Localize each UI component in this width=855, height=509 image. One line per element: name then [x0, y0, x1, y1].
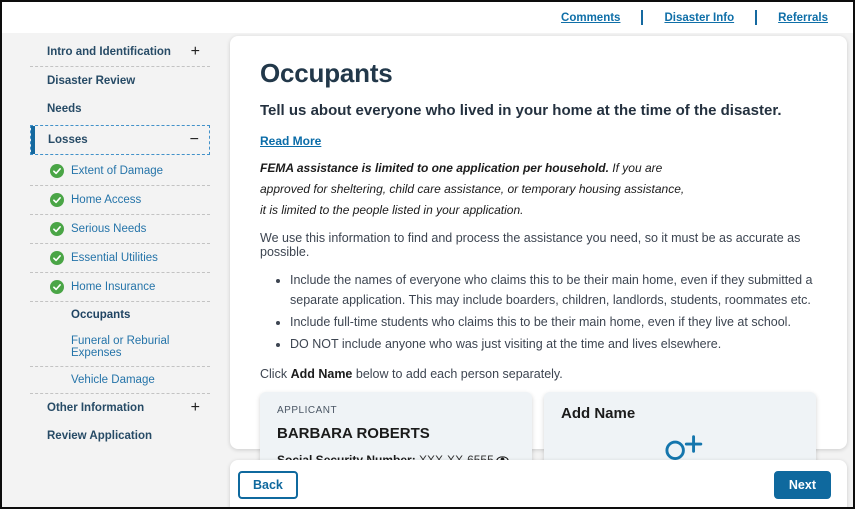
instruction-list: Include the names of everyone who claims…: [260, 270, 817, 354]
sidebar-item-label: Disaster Review: [47, 75, 136, 87]
sidebar-item-needs[interactable]: Needs: [30, 95, 210, 123]
list-item: DO NOT include anyone who was just visit…: [290, 334, 817, 354]
referrals-link[interactable]: Referrals: [778, 12, 828, 24]
list-item: Include full-time students who claims th…: [290, 312, 817, 332]
expand-icon[interactable]: +: [191, 400, 200, 416]
sidebar-item-label: Serious Needs: [71, 223, 147, 235]
sidebar-item-label: Home Access: [71, 194, 142, 206]
notice-text: If you are: [608, 161, 663, 175]
sidebar-item-other-information[interactable]: Other Information +: [30, 394, 210, 422]
fema-notice-text: FEMA assistance is limited to one applic…: [260, 158, 817, 221]
sidebar-item-home-insurance[interactable]: Home Insurance: [30, 273, 210, 301]
notice-text: it is limited to the people listed in yo…: [260, 203, 524, 217]
sidebar-item-vehicle-damage[interactable]: Vehicle Damage: [30, 367, 210, 393]
application-page: Comments Disaster Info Referrals Intro a…: [0, 0, 855, 509]
applicant-name: BARBARA ROBERTS: [277, 425, 430, 442]
sidebar-item-label: Essential Utilities: [71, 252, 158, 264]
sidebar-item-essential-utilities[interactable]: Essential Utilities: [30, 244, 210, 272]
sidebar-item-home-access[interactable]: Home Access: [30, 186, 210, 214]
check-icon: [50, 280, 64, 294]
sidebar-item-label: Losses: [48, 134, 88, 146]
sidebar-item-label: Vehicle Damage: [71, 374, 155, 386]
read-more-link[interactable]: Read More: [260, 134, 321, 148]
sidebar-item-label: Funeral or Reburial Expenses: [71, 335, 170, 359]
intro-text: We use this information to find and proc…: [260, 231, 801, 259]
sidebar-item-label: Extent of Damage: [71, 165, 164, 177]
sidebar-item-label: Needs: [47, 103, 82, 115]
sidebar-item-serious-needs[interactable]: Serious Needs: [30, 215, 210, 243]
instruction-text: below to add each person separately.: [352, 367, 563, 381]
add-name-instruction: Click Add Name below to add each person …: [260, 367, 817, 381]
main-content-panel: Occupants Tell us about everyone who liv…: [230, 36, 847, 507]
check-icon: [50, 164, 64, 178]
check-icon: [50, 222, 64, 236]
back-button[interactable]: Back: [238, 471, 298, 499]
next-button[interactable]: Next: [773, 471, 831, 499]
sidebar-item-label: Occupants: [71, 309, 131, 321]
page-title: Occupants: [260, 58, 393, 88]
add-name-title: Add Name: [561, 405, 636, 422]
sidebar-item-review-application[interactable]: Review Application: [30, 422, 210, 450]
sidebar-item-extent-of-damage[interactable]: Extent of Damage: [30, 157, 210, 185]
page-subtitle: Tell us about everyone who lived in your…: [260, 102, 782, 119]
sidebar-item-funeral-or-reburial-expenses[interactable]: Funeral or Reburial Expenses: [30, 328, 210, 366]
sidebar-item-losses[interactable]: Losses −: [31, 126, 209, 154]
link-divider: [641, 10, 644, 25]
instruction-bold-text: Add Name: [290, 367, 353, 381]
sidebar-item-occupants[interactable]: Occupants: [30, 302, 210, 328]
sidebar-item-intro-and-identification[interactable]: Intro and Identification +: [30, 38, 210, 66]
sidebar-active-section-losses: Losses −: [30, 125, 210, 155]
sidebar-nav: Intro and Identification + Disaster Revi…: [30, 38, 210, 450]
link-divider: [755, 10, 758, 25]
disaster-info-link[interactable]: Disaster Info: [664, 12, 734, 24]
top-bar: Comments Disaster Info Referrals: [2, 2, 853, 33]
check-icon: [50, 251, 64, 265]
footer-bar: Back Next: [230, 460, 847, 507]
instruction-text: Click: [260, 367, 291, 381]
sidebar-item-label: Other Information: [47, 402, 145, 414]
expand-icon[interactable]: +: [191, 44, 200, 60]
sidebar-item-label: Review Application: [47, 430, 153, 442]
list-item: Include the names of everyone who claims…: [290, 270, 817, 310]
notice-bold-text: FEMA assistance is limited to one applic…: [260, 161, 609, 175]
applicant-card-label: APPLICANT: [277, 405, 338, 416]
notice-text: approved for sheltering, child care assi…: [260, 182, 685, 196]
sidebar-item-label: Intro and Identification: [47, 46, 171, 58]
collapse-icon[interactable]: −: [190, 132, 199, 148]
comments-link[interactable]: Comments: [561, 12, 620, 24]
check-icon: [50, 193, 64, 207]
sidebar-item-disaster-review[interactable]: Disaster Review: [30, 67, 210, 95]
sidebar-item-label: Home Insurance: [71, 281, 156, 293]
